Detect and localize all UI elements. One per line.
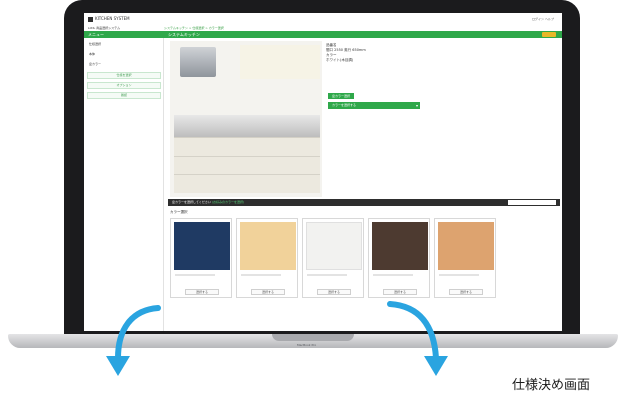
swatch-select-button[interactable]: 選択する xyxy=(185,289,219,295)
swatch-card[interactable]: 選択する xyxy=(302,218,364,298)
caption-text: 仕様決め画面 xyxy=(512,378,591,393)
swatch-select-button[interactable]: 選択する xyxy=(383,289,417,295)
sidebar-box-confirm[interactable]: 確認 xyxy=(87,92,161,99)
swatch-caption-line xyxy=(175,274,215,276)
breadcrumb[interactable]: システムキッチン > 仕様選択 > カラー選択 xyxy=(164,26,224,30)
door-color-tag: 扉カラー選択 xyxy=(328,93,354,99)
color-swatch[interactable] xyxy=(372,222,428,270)
color-heading: カラー選択 xyxy=(170,210,188,214)
info-line: ホワイト(木目調) xyxy=(326,58,354,62)
chevron-down-icon: ▾ xyxy=(415,103,418,108)
sub-header: LIXIL 商品選択システム xyxy=(88,26,121,30)
drawer-divider xyxy=(174,156,320,157)
header-action-button[interactable] xyxy=(542,32,556,37)
swatch-select-button[interactable]: 選択する xyxy=(449,289,483,295)
color-section-label: 扉カラーを選択してください xyxy=(172,200,211,204)
swatch-card[interactable]: 選択する xyxy=(236,218,298,298)
color-section-highlight: (お好みのカラーを選択) xyxy=(211,200,245,204)
color-swatch[interactable] xyxy=(438,222,494,270)
color-search-input[interactable] xyxy=(508,200,556,205)
swatch-card[interactable]: 選択する xyxy=(368,218,430,298)
laptop-screen: KITCHEN SYSTEM ログイン ヘルプ LIXIL 商品選択システム シ… xyxy=(84,13,562,331)
sidebar: 仕様選択 本体 扉カラー 仕様を選択 オプション 確認 xyxy=(84,38,164,331)
sidebar-item-body[interactable]: 本体 xyxy=(89,52,95,56)
logo-text: KITCHEN SYSTEM xyxy=(95,16,130,21)
color-select-value: カラーを選択する xyxy=(332,103,357,107)
sidebar-item-door-color[interactable]: 扉カラー xyxy=(89,62,101,66)
sidebar-item-spec[interactable]: 仕様選択 xyxy=(89,42,101,46)
sidebar-box-options[interactable]: オプション xyxy=(87,82,161,89)
laptop-notch xyxy=(272,334,354,341)
sidebar-box-select-spec[interactable]: 仕様を選択 xyxy=(87,72,161,79)
illustration-stage: MacBook Pro KITCHEN SYSTEM ログイン ヘルプ LIXI… xyxy=(0,0,627,393)
laptop-model-label: MacBook Pro xyxy=(297,343,317,347)
swatch-caption-line xyxy=(439,274,479,276)
app-logo[interactable]: KITCHEN SYSTEM xyxy=(88,16,130,22)
swatch-card[interactable]: 選択する xyxy=(434,218,496,298)
arrow-right-icon xyxy=(387,301,448,376)
swatch-card[interactable]: 選択する xyxy=(170,218,232,298)
swatch-caption-line xyxy=(307,274,347,276)
kitchen-product-image xyxy=(170,41,322,197)
range-hood-image xyxy=(180,47,216,77)
swatch-caption-line xyxy=(373,274,413,276)
swatch-caption-line xyxy=(241,274,281,276)
swatch-select-button[interactable]: 選択する xyxy=(251,289,285,295)
page-title: システムキッチン xyxy=(168,32,200,37)
house-icon xyxy=(88,16,93,22)
countertop-image xyxy=(174,115,320,137)
wall-cabinet-image xyxy=(240,45,320,79)
arrow-left-icon xyxy=(106,305,161,376)
header-links[interactable]: ログイン ヘルプ xyxy=(532,17,554,21)
drawer-divider xyxy=(174,174,320,175)
base-cabinet-image xyxy=(174,137,320,193)
color-swatch[interactable] xyxy=(174,222,230,270)
product-info: 品番名 間口 2550 奥行 650mm カラー ホワイト(木目調) xyxy=(326,43,466,63)
color-swatch[interactable] xyxy=(306,222,362,270)
color-select[interactable]: カラーを選択する ▾ xyxy=(328,102,420,109)
app-topbar: KITCHEN SYSTEM ログイン ヘルプ xyxy=(84,13,562,25)
color-section-text: 扉カラーを選択してください (お好みのカラーを選択) xyxy=(172,200,244,204)
color-section-bar: 扉カラーを選択してください (お好みのカラーを選択) xyxy=(168,199,560,206)
swatch-select-button[interactable]: 選択する xyxy=(317,289,351,295)
page-title-bar: メニュー システムキッチン xyxy=(84,31,562,38)
color-swatch[interactable] xyxy=(240,222,296,270)
